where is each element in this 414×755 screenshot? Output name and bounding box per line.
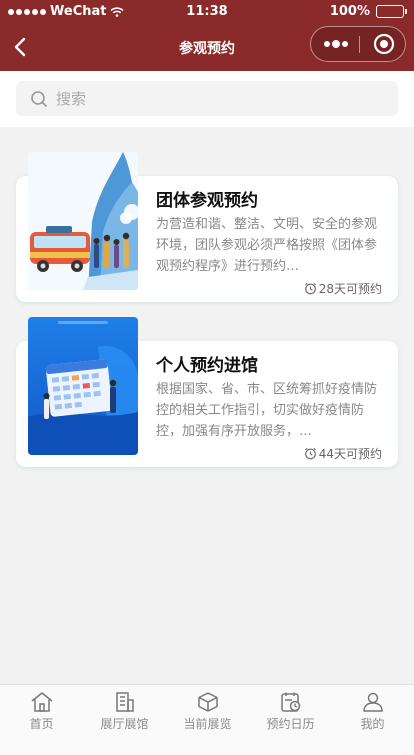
search-box[interactable] — [16, 81, 398, 116]
search-icon — [31, 90, 47, 107]
tab-label: 首页 — [29, 717, 54, 731]
menu-capsule — [310, 26, 406, 62]
card-title: 团体参观预约 — [156, 191, 258, 211]
individual-visit-card[interactable]: 个人预约进馆 根据国家、省、市、区统筹抓好疫情防控的相关工作指引，切实做好疫情防… — [16, 317, 398, 467]
tab-mine[interactable]: 我的 — [331, 685, 414, 745]
tab-label: 展厅展馆 — [100, 717, 149, 731]
building-icon — [115, 692, 134, 712]
tab-halls[interactable]: 展厅展馆 — [83, 685, 166, 745]
availability-badge: 28天可预约 — [304, 280, 382, 297]
card-description: 根据国家、省、市、区统筹抓好疫情防控的相关工作指引，切实做好疫情防控，加强有序开… — [156, 382, 378, 439]
status-bar: WeChat 11:38 100% — [0, 0, 414, 24]
target-icon[interactable] — [367, 27, 401, 61]
availability-text: 28天可预约 — [318, 282, 382, 296]
card-description: 为营造和谐、整洁、文明、安全的参观环境，团队参观必须严格按照《团体参观预约程序》… — [156, 217, 378, 274]
group-visit-illustration — [28, 152, 138, 290]
tab-bar: 首页 展厅展馆 当前展览 预约日历 我的 — [0, 684, 414, 755]
alarm-clock-icon — [304, 447, 316, 460]
search-section — [0, 71, 414, 127]
tab-home[interactable]: 首页 — [0, 685, 83, 745]
tab-calendar[interactable]: 预约日历 — [249, 685, 332, 745]
alarm-clock-icon — [304, 282, 316, 295]
availability-text: 44天可预约 — [318, 447, 382, 461]
home-icon — [31, 692, 52, 712]
tab-label: 预约日历 — [266, 717, 315, 731]
tab-label: 我的 — [360, 717, 385, 731]
card-title: 个人预约进馆 — [156, 356, 258, 376]
header: WeChat 11:38 100% 参观预约 — [0, 0, 414, 71]
user-icon — [362, 692, 383, 712]
more-dots-icon[interactable] — [321, 27, 357, 61]
individual-visit-illustration — [28, 317, 138, 455]
capsule-divider — [359, 36, 360, 53]
nav-bar: 参观预约 — [0, 24, 414, 71]
group-visit-card[interactable]: 团体参观预约 为营造和谐、整洁、文明、安全的参观环境，团队参观必须严格按照《团体… — [16, 152, 398, 302]
battery-icon — [376, 5, 407, 18]
battery-percent: 100% — [329, 4, 370, 19]
tab-exhibitions[interactable]: 当前展览 — [166, 685, 249, 745]
battery-info: 100% — [329, 4, 407, 19]
availability-badge: 44天可预约 — [304, 445, 382, 462]
calendar-clock-icon — [280, 692, 300, 712]
cube-icon — [197, 692, 218, 712]
tab-label: 当前展览 — [183, 717, 232, 731]
search-input[interactable] — [56, 89, 376, 108]
